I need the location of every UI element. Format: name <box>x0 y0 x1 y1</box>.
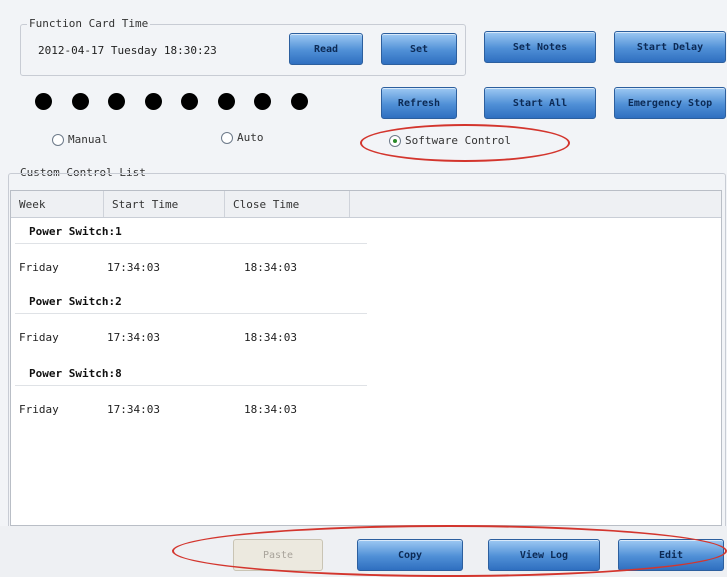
manual-radio[interactable]: Manual <box>52 133 108 146</box>
auto-radio-label: Auto <box>237 131 264 144</box>
auto-radio[interactable]: Auto <box>221 131 264 144</box>
indicator-dot-icon <box>290 93 308 110</box>
copy-button[interactable]: Copy <box>357 539 463 571</box>
row-start-time: 17:34:03 <box>107 403 160 416</box>
group-divider <box>15 385 367 386</box>
set-notes-button[interactable]: Set Notes <box>484 31 596 63</box>
row-week: Friday <box>19 403 59 416</box>
column-header-start-time[interactable]: Start Time <box>104 191 225 217</box>
row-start-time: 17:34:03 <box>107 261 160 274</box>
edit-button[interactable]: Edit <box>618 539 724 571</box>
refresh-button[interactable]: Refresh <box>381 87 457 119</box>
row-start-time: 17:34:03 <box>107 331 160 344</box>
software-control-radio-label: Software Control <box>405 134 511 147</box>
indicator-dot-icon <box>254 93 271 110</box>
group-divider <box>15 243 367 244</box>
set-button[interactable]: Set <box>381 33 457 65</box>
start-all-button[interactable]: Start All <box>484 87 596 119</box>
group-divider <box>15 313 367 314</box>
row-week: Friday <box>19 331 59 344</box>
group-title-power-switch-2: Power Switch:2 <box>29 295 122 308</box>
software-control-radio-circle[interactable] <box>389 134 401 147</box>
group-title-power-switch-1: Power Switch:1 <box>29 225 122 238</box>
paste-button[interactable]: Paste <box>233 539 323 571</box>
auto-radio-circle[interactable] <box>221 131 233 144</box>
start-delay-button[interactable]: Start Delay <box>614 31 726 63</box>
column-header-week[interactable]: Week <box>11 191 104 217</box>
indicator-dot-icon <box>35 93 52 110</box>
emergency-stop-button[interactable]: Emergency Stop <box>614 87 726 119</box>
manual-radio-label: Manual <box>68 133 108 146</box>
indicator-dot-icon <box>71 93 89 110</box>
row-close-time: 18:34:03 <box>244 403 297 416</box>
indicator-dot-icon <box>217 93 235 110</box>
manual-radio-circle[interactable] <box>52 133 64 146</box>
group-title-power-switch-8: Power Switch:8 <box>29 367 122 380</box>
row-close-time: 18:34:03 <box>244 261 297 274</box>
indicator-dot-icon <box>144 93 162 110</box>
indicator-dot-icon <box>181 93 198 110</box>
custom-control-list[interactable]: Week Start Time Close Time Power Switch:… <box>10 190 722 526</box>
row-week: Friday <box>19 261 59 274</box>
view-log-button[interactable]: View Log <box>488 539 600 571</box>
card-datetime: 2012-04-17 Tuesday 18:30:23 <box>38 44 217 57</box>
function-card-time-title: Function Card Time <box>27 17 151 30</box>
row-close-time: 18:34:03 <box>244 331 297 344</box>
software-control-radio[interactable]: Software Control <box>389 134 511 147</box>
column-header-close-time[interactable]: Close Time <box>225 191 350 217</box>
list-header: Week Start Time Close Time <box>11 191 721 218</box>
indicator-dot-icon <box>108 93 125 110</box>
read-button[interactable]: Read <box>289 33 363 65</box>
